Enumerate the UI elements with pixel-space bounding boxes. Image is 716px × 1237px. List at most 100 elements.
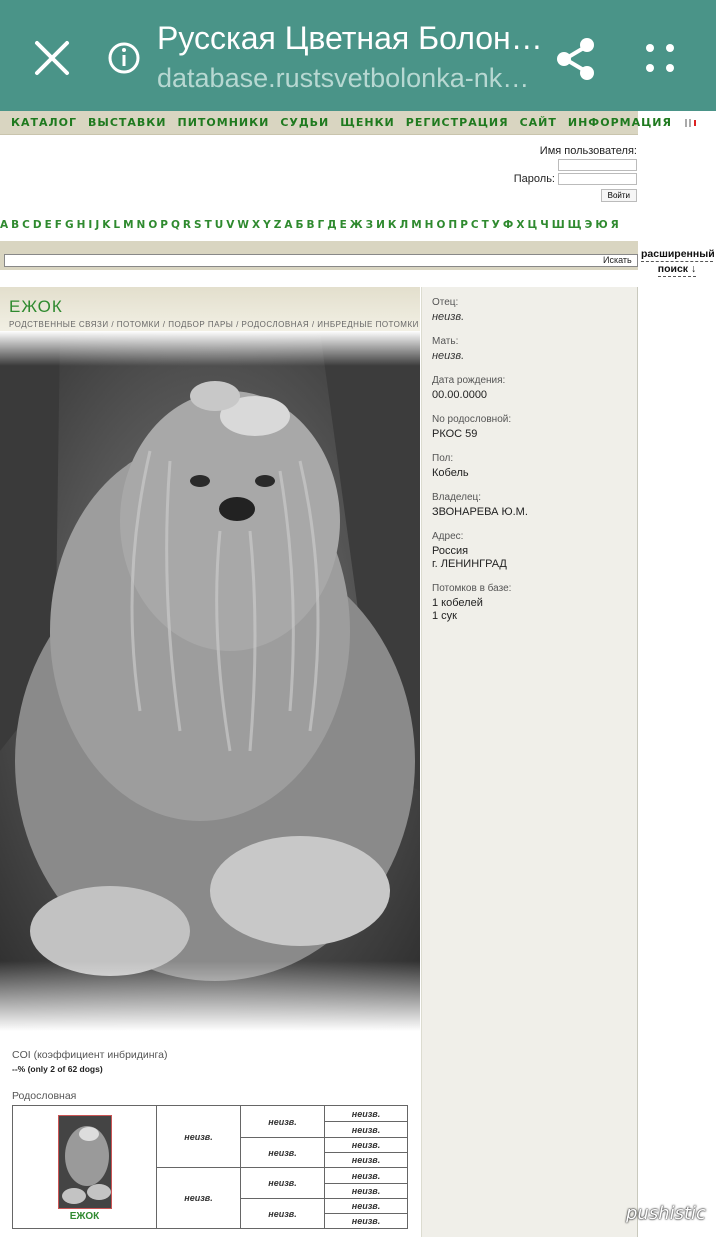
- alphabet-letter[interactable]: Ф: [503, 219, 513, 231]
- more-options-icon[interactable]: [640, 38, 680, 78]
- nav-kennels[interactable]: ПИТОМНИКИ: [177, 116, 269, 129]
- username-input[interactable]: [558, 159, 637, 171]
- password-input[interactable]: [558, 173, 637, 185]
- alphabet-letter[interactable]: L: [113, 219, 120, 231]
- alphabet-letter[interactable]: T: [205, 219, 212, 231]
- dog-related-links[interactable]: РОДСТВЕННЫЕ СВЯЗИ / ПОТОМКИ / ПОДБОР ПАР…: [9, 320, 419, 329]
- alphabet-letter[interactable]: N: [137, 219, 146, 231]
- alphabet-letter[interactable]: K: [102, 219, 110, 231]
- pedigree-self[interactable]: ЕЖОК: [13, 1106, 156, 1228]
- pedigree-parent: неизв.: [156, 1167, 240, 1228]
- alphabet-letter[interactable]: Х: [516, 219, 524, 231]
- nav-puppies[interactable]: ЩЕНКИ: [340, 116, 395, 129]
- page-url[interactable]: database.rustsvetbolonka-nk…: [157, 63, 537, 94]
- dog-photo[interactable]: [0, 331, 420, 1031]
- alphabet-letter[interactable]: Ц: [527, 219, 537, 231]
- alphabet-letter[interactable]: W: [237, 219, 249, 231]
- alphabet-letter[interactable]: Т: [482, 219, 489, 231]
- alphabet-letter[interactable]: B: [11, 219, 19, 231]
- alphabet-letter[interactable]: Ч: [540, 219, 549, 231]
- alphabet-letter[interactable]: H: [77, 219, 86, 231]
- alphabet-letter[interactable]: Р: [460, 219, 468, 231]
- alphabet-letter[interactable]: Y: [263, 219, 271, 231]
- russian-flag-icon[interactable]: [684, 118, 687, 127]
- nav-judges[interactable]: СУДЬИ: [280, 116, 329, 129]
- alphabet-letter[interactable]: I: [88, 219, 92, 231]
- alphabet-letter[interactable]: Q: [171, 219, 180, 231]
- search-button[interactable]: Искать: [603, 255, 632, 267]
- close-icon[interactable]: [28, 34, 76, 82]
- alphabet-letter[interactable]: M: [123, 219, 133, 231]
- offspring-label: Потомков в базе:: [432, 583, 512, 594]
- alphabet-letter[interactable]: В: [307, 219, 315, 231]
- birth-date-label: Дата рождения:: [432, 375, 506, 386]
- alphabet-letter[interactable]: Б: [295, 219, 303, 231]
- nav-information[interactable]: ИНФОРМАЦИЯ: [568, 116, 672, 129]
- pedigree-parent: неизв.: [156, 1106, 240, 1167]
- nav-catalog[interactable]: КАТАЛОГ: [11, 116, 77, 129]
- alphabet-letter[interactable]: А: [284, 219, 292, 231]
- alphabet-letter[interactable]: У: [492, 219, 500, 231]
- alphabet-letter[interactable]: X: [252, 219, 260, 231]
- alphabet-letter[interactable]: O: [148, 219, 157, 231]
- nav-site[interactable]: САЙТ: [520, 116, 557, 129]
- alphabet-letter[interactable]: М: [411, 219, 421, 231]
- alphabet-letter[interactable]: E: [45, 219, 52, 231]
- alphabet-letter[interactable]: Ю: [595, 219, 607, 231]
- nav-shows[interactable]: ВЫСТАВКИ: [88, 116, 166, 129]
- alphabet-letter[interactable]: J: [95, 219, 99, 231]
- english-flag-icon[interactable]: [688, 118, 696, 127]
- page-title: Русская Цветная Болон…: [157, 20, 543, 56]
- pedigree-number-info: No родословной: РКОС 59: [432, 414, 632, 441]
- share-icon[interactable]: [553, 36, 599, 82]
- alphabet-letter[interactable]: Г: [318, 219, 325, 231]
- pedigree-great-grandparent: неизв.: [324, 1106, 407, 1121]
- father-value: неизв.: [432, 311, 465, 323]
- nav-registration[interactable]: РЕГИСТРАЦИЯ: [406, 116, 509, 129]
- alphabet-letter[interactable]: Щ: [568, 219, 582, 231]
- offspring-females[interactable]: 1 сук: [432, 610, 632, 623]
- alphabet-letter[interactable]: V: [226, 219, 234, 231]
- sex-value: Кобель: [432, 467, 469, 479]
- password-label: Пароль:: [513, 173, 555, 185]
- alphabet-letter[interactable]: З: [366, 219, 373, 231]
- address-line2: г. ЛЕНИНГРАД: [432, 558, 507, 570]
- alphabet-letter[interactable]: Z: [274, 219, 282, 231]
- alphabet-letter[interactable]: F: [55, 219, 62, 231]
- alphabet-letter[interactable]: U: [215, 219, 224, 231]
- alphabet-letter[interactable]: C: [22, 219, 30, 231]
- login-button[interactable]: Войти: [600, 188, 637, 202]
- alphabet-letter[interactable]: К: [388, 219, 397, 231]
- advanced-search-link[interactable]: расширенный поиск ↓: [641, 247, 715, 277]
- alphabet-letter[interactable]: П: [448, 219, 457, 231]
- alphabet-letter[interactable]: Н: [425, 219, 434, 231]
- pedigree-dog-thumbnail[interactable]: [57, 1115, 112, 1209]
- alphabet-letter[interactable]: G: [65, 219, 74, 231]
- alphabet-letter[interactable]: A: [0, 219, 8, 231]
- alphabet-letter[interactable]: Ж: [350, 219, 363, 231]
- birth-date-info: Дата рождения: 00.00.0000: [432, 375, 632, 402]
- coi-label-text: (коэффициент инбридинга): [33, 1049, 168, 1061]
- pedigree-number-label: No родословной:: [432, 414, 512, 425]
- alphabet-letter[interactable]: Э: [585, 219, 593, 231]
- alphabet-letter[interactable]: Л: [399, 219, 408, 231]
- alphabet-letter[interactable]: D: [33, 219, 42, 231]
- search-input[interactable]: [4, 254, 638, 267]
- alphabet-letter[interactable]: С: [471, 219, 479, 231]
- alphabet-letter[interactable]: Я: [611, 219, 619, 231]
- alphabet-letter[interactable]: Ш: [552, 219, 565, 231]
- alphabet-letter[interactable]: P: [160, 219, 168, 231]
- dog-name: ЕЖОК: [9, 297, 63, 316]
- alphabet-letter[interactable]: Е: [340, 219, 347, 231]
- alphabet-letter[interactable]: Д: [327, 219, 336, 231]
- alphabet-letter[interactable]: R: [183, 219, 191, 231]
- pedigree-self-name[interactable]: ЕЖОК: [70, 1211, 99, 1222]
- pedigree-heading: Родословная: [12, 1090, 77, 1102]
- offspring-males[interactable]: 1 кобелей: [432, 597, 632, 610]
- alphabet-letter[interactable]: S: [194, 219, 202, 231]
- mother-value: неизв.: [432, 350, 465, 362]
- pedigree-great-grandparent: неизв.: [324, 1183, 407, 1198]
- alphabet-letter[interactable]: И: [376, 219, 385, 231]
- alphabet-letter[interactable]: О: [436, 219, 445, 231]
- info-icon[interactable]: [104, 36, 144, 80]
